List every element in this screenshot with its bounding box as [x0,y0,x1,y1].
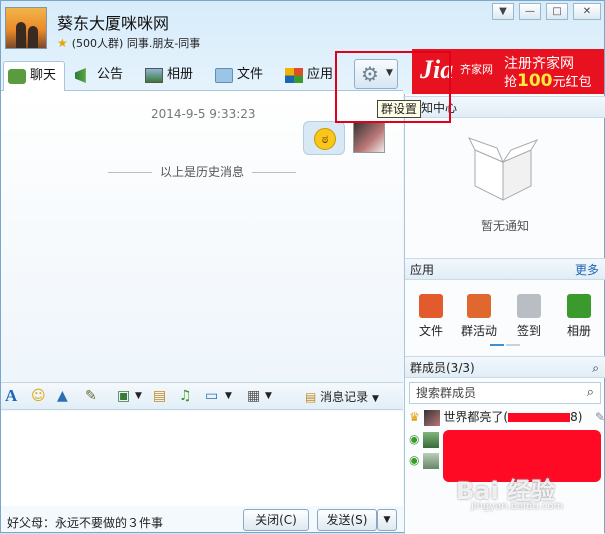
right-panel: 知中心 暂无通知 应用 更多 文件 群活动 签到 相册 群成员(3/3) ⌕ 搜… [404,94,605,534]
chevron-down-icon: ▼ [383,515,391,525]
app-checkin[interactable]: 签到 [509,294,549,339]
chevron-down-icon[interactable]: ▼ [265,387,272,405]
chevron-down-icon[interactable]: ▼ [135,387,142,405]
group-name[interactable]: 葵东大厦咪咪网 [57,10,169,34]
history-divider: 以上是历史消息 [1,163,403,180]
ad-line1: 注册齐家网 [504,56,574,72]
music-icon[interactable]: ♫ [179,387,192,405]
apps-grid-icon [285,68,303,83]
tab-apps[interactable]: 应用 [281,61,343,91]
tab-album[interactable]: 相册 [141,61,203,91]
settings-tooltip: 群设置 [377,100,422,118]
apps-header: 应用 更多 [405,258,605,280]
app-album[interactable]: 相册 [559,294,599,339]
app-group-activity[interactable]: 群活动 [459,294,499,339]
close-button[interactable]: 关闭(C) [243,509,309,531]
chat-footer: 好父母：永远不要做的３件事 关闭(C) 发送(S) ▼ [1,506,403,534]
message-bubble[interactable]: ಠ [303,121,345,155]
checkin-app-icon [517,294,541,318]
chevron-down-icon[interactable]: ▼ [225,387,232,405]
no-notification-text: 暂无通知 [480,219,529,233]
member-search-input[interactable]: 搜索群成员 ⌕ [409,382,601,404]
member-row[interactable]: ◉ [409,450,440,470]
tab-files[interactable]: 文件 [211,61,273,91]
smiley-icon[interactable]: ☺ [31,387,46,405]
more-tools-icon[interactable]: ▦ [247,387,260,405]
photo-icon [145,68,163,83]
apps-title: 应用 [410,263,435,277]
chat-icon [8,69,26,84]
close-window-button[interactable]: ✕ [573,3,601,20]
redacted-id [508,413,571,422]
page-indicator [490,344,520,346]
group-avatar[interactable] [5,7,47,49]
ad-line2: 抢100元红包 [504,71,592,91]
search-icon: ⌕ [586,385,594,400]
minimize-button[interactable]: — [519,3,541,20]
tip-text[interactable]: 好父母：永远不要做的３件事 [7,514,163,531]
watermark-url: jingyan.baidu.com [471,501,564,512]
emoji-icon: ಠ [314,128,336,150]
member-search-icon[interactable]: ⌕ [592,357,599,379]
folder-icon [215,68,233,83]
message-input[interactable] [1,411,403,506]
empty-box-icon [467,137,539,201]
folder-app-icon [419,294,443,318]
message-record-button[interactable]: ▤ 消息记录 ▼ [305,388,379,405]
megaphone-icon [75,68,86,83]
member-row[interactable]: ◉ [409,429,440,449]
online-status-icon: ◉ [409,432,420,446]
image-icon[interactable]: ▣ [117,387,130,405]
screenshot-icon[interactable]: ▭ [205,387,218,405]
member-avatar [423,452,440,469]
message-area[interactable]: 2014-9-5 9:33:23 ಠ 以上是历史消息 [1,91,403,381]
apps-more-link[interactable]: 更多 [575,259,599,281]
ad-logo-sub: 齐家网 [460,63,493,76]
members-header: 群成员(3/3) ⌕ [405,356,605,378]
shake-icon[interactable]: ▲ [57,387,68,405]
clipboard-icon[interactable]: ▤ [153,387,166,405]
app-files[interactable]: 文件 [411,294,451,339]
flag-app-icon [467,294,491,318]
group-subtitle: ★ (500人群) 同事.朋友-同事 [57,36,201,50]
star-icon: ★ [57,36,68,50]
send-options-button[interactable]: ▼ [377,509,397,531]
note-icon[interactable]: ✎ [85,387,97,405]
tab-announcement[interactable]: 公告 [71,61,133,91]
tab-chat[interactable]: 聊天 [3,61,65,91]
menu-dropdown-button[interactable]: ▼ [492,3,514,20]
maximize-button[interactable]: □ [546,3,568,20]
input-toolbar: A ☺ ▲ ✎ ▣ ▼ ▤ ♫ ▭ ▼ ▦ ▼ ▤ 消息记录 ▼ [1,382,403,410]
group-chat-window: 葵东大厦咪咪网 ★ (500人群) 同事.朋友-同事 ▼ — □ ✕ 聊天 公告 … [0,0,605,534]
photo-app-icon [567,294,591,318]
history-icon: ▤ [305,390,317,404]
edit-icon[interactable]: ✎ [595,407,605,427]
font-icon[interactable]: A [5,387,17,405]
owner-icon: ♛ [409,410,420,424]
member-row[interactable]: ♛ 世界都亮了(8) ✎ [409,407,605,427]
message-timestamp: 2014-9-5 9:33:23 [151,107,256,121]
chevron-down-icon: ▼ [372,394,379,404]
send-button[interactable]: 发送(S) [317,509,377,531]
sender-avatar[interactable] [353,121,385,153]
member-avatar [423,409,440,426]
online-status-icon: ◉ [409,453,420,467]
member-avatar [423,431,440,448]
members-title: 群成员(3/3) [410,361,475,375]
